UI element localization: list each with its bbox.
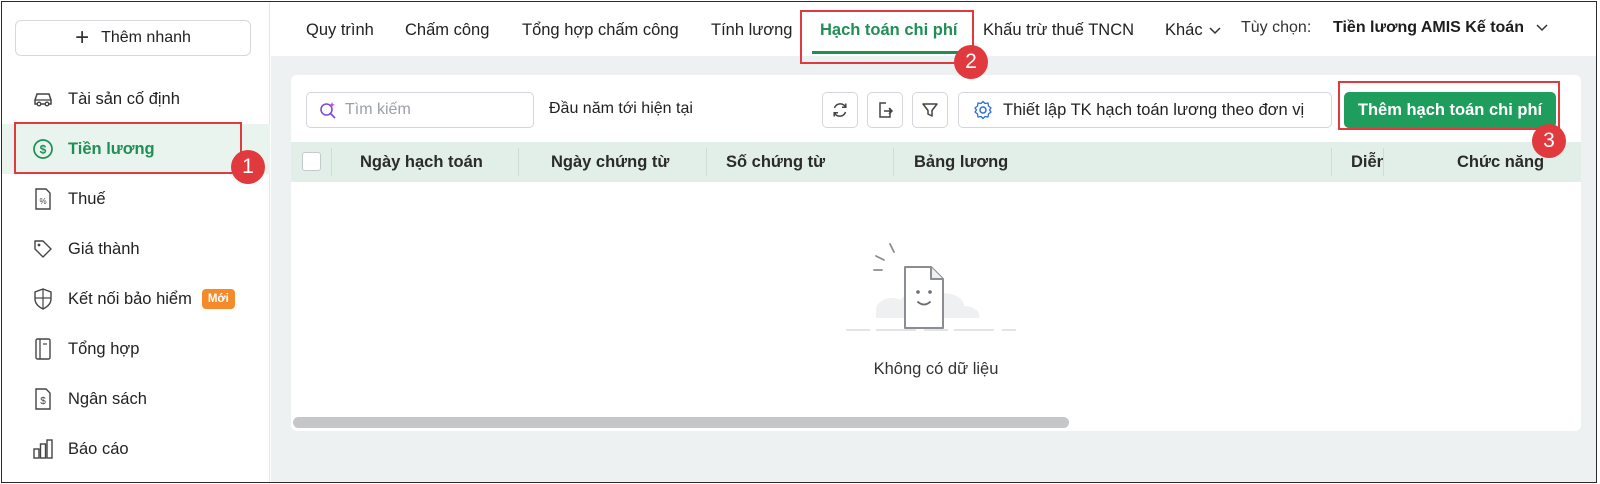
tab-payroll-calc[interactable]: Tính lương <box>711 21 793 40</box>
sidebar-item-label: Kết nối bảo hiểm <box>68 289 192 308</box>
budget-document-icon: $ <box>32 388 54 410</box>
top-tab-bar: Quy trình Chấm công Tổng hợp chấm công T… <box>271 2 1596 56</box>
add-cost-accounting-button[interactable]: Thêm hạch toán chi phí <box>1344 92 1556 128</box>
period-filter[interactable]: Đầu năm tới hiện tại <box>549 100 693 118</box>
shield-icon <box>32 288 54 310</box>
tab-more-label: Khác <box>1165 21 1203 39</box>
sidebar-item-fixed-assets[interactable]: Tài sản cố định <box>2 74 270 124</box>
ai-search-icon <box>320 102 336 119</box>
column-header-description[interactable]: Diễn <box>1351 142 1383 182</box>
sidebar-item-label: Ngân sách <box>68 389 147 408</box>
option-label: Tùy chọn: <box>1241 19 1312 36</box>
option-value: Tiền lương AMIS Kế toán <box>1333 19 1524 36</box>
tab-pit-deduction[interactable]: Khấu trừ thuế TNCN <box>983 21 1134 40</box>
column-header-payroll-sheet[interactable]: Bảng lương <box>914 142 1008 182</box>
sidebar-item-budget[interactable]: $ Ngân sách <box>2 374 270 424</box>
plus-icon: + <box>75 24 90 51</box>
sidebar-item-reports[interactable]: Báo cáo <box>2 424 270 474</box>
empty-state-text: Không có dữ liệu <box>291 360 1581 379</box>
tab-process[interactable]: Quy trình <box>306 21 374 40</box>
sidebar-item-cost[interactable]: Giá thành <box>2 224 270 274</box>
column-divider <box>331 148 332 176</box>
sidebar-nav: Tài sản cố định $ Tiền lương % Thuế Giá … <box>2 74 270 474</box>
quick-add-label: Thêm nhanh <box>101 29 191 46</box>
main-panel: Đầu năm tới hiện tại Thiết lập TK hạch t… <box>291 75 1581 431</box>
setup-account-button[interactable]: Thiết lập TK hạch toán lương theo đơn vị <box>958 92 1332 128</box>
svg-text:$: $ <box>40 396 46 407</box>
sidebar-item-label: Tài sản cố định <box>68 89 180 108</box>
column-divider <box>706 148 707 176</box>
sidebar: + Thêm nhanh Tài sản cố định $ Tiền lươn… <box>2 2 270 482</box>
column-header-posting-date[interactable]: Ngày hạch toán <box>360 142 483 182</box>
filter-icon <box>922 103 938 117</box>
chevron-down-icon <box>1536 24 1548 32</box>
column-header-voucher-number[interactable]: Số chứng từ <box>726 142 825 182</box>
refresh-icon <box>833 103 847 117</box>
car-icon <box>32 88 54 110</box>
new-badge: Mới <box>201 289 235 309</box>
dollar-circle-icon: $ <box>32 138 54 160</box>
sidebar-item-label: Tổng hợp <box>68 339 140 358</box>
callout-number-3: 3 <box>1532 124 1566 158</box>
sidebar-item-insurance[interactable]: Kết nối bảo hiểm Mới <box>2 274 270 324</box>
tab-timekeeping-summary[interactable]: Tổng hợp chấm công <box>522 21 679 40</box>
quick-add-button[interactable]: + Thêm nhanh <box>15 20 251 56</box>
sidebar-item-label: Báo cáo <box>68 439 129 458</box>
sidebar-item-summary[interactable]: Tổng hợp <box>2 324 270 374</box>
search-box[interactable] <box>306 92 534 128</box>
tab-timekeeping[interactable]: Chấm công <box>405 21 489 40</box>
sidebar-item-label: Thuế <box>68 189 106 208</box>
column-divider <box>893 148 894 176</box>
column-header-actions: Chức năng <box>1457 152 1545 171</box>
sidebar-item-tax[interactable]: % Thuế <box>2 174 270 224</box>
filter-button[interactable] <box>912 92 948 128</box>
export-icon <box>879 102 894 118</box>
callout-number-1: 1 <box>231 150 265 184</box>
column-header-voucher-date[interactable]: Ngày chứng từ <box>551 142 669 182</box>
tax-document-icon: % <box>32 188 54 210</box>
sidebar-item-payroll[interactable]: $ Tiền lương <box>2 124 270 174</box>
export-button[interactable] <box>867 92 903 128</box>
empty-state-label: Không có dữ liệu <box>873 360 999 378</box>
app-window: + Thêm nhanh Tài sản cố định $ Tiền lươn… <box>1 1 1597 483</box>
chevron-down-icon <box>1209 26 1221 34</box>
empty-document-illustration <box>846 243 1016 331</box>
column-divider <box>1331 148 1332 176</box>
refresh-button[interactable] <box>822 92 858 128</box>
tab-more[interactable]: Khác <box>1165 21 1221 40</box>
tag-icon <box>32 238 54 260</box>
column-divider <box>1383 148 1384 176</box>
select-all-checkbox[interactable] <box>302 152 321 171</box>
option-select[interactable]: Tiền lương AMIS Kế toán <box>1333 19 1548 37</box>
bar-chart-icon <box>32 438 54 460</box>
column-divider <box>518 148 519 176</box>
gear-icon <box>974 100 992 120</box>
table-header: Ngày hạch toán Ngày chứng từ Số chứng từ… <box>291 142 1581 182</box>
svg-text:%: % <box>39 197 46 206</box>
ledger-book-icon <box>32 338 54 360</box>
tab-cost-accounting[interactable]: Hạch toán chi phí <box>820 21 958 40</box>
sidebar-item-label: Tiền lương <box>68 139 155 158</box>
svg-text:$: $ <box>40 143 47 157</box>
sidebar-item-label: Giá thành <box>68 239 140 258</box>
horizontal-scrollbar[interactable] <box>293 417 1069 428</box>
active-tab-indicator <box>812 51 959 54</box>
callout-number-2: 2 <box>954 45 988 79</box>
setup-account-label: Thiết lập TK hạch toán lương theo đơn vị <box>1003 100 1305 119</box>
search-input[interactable] <box>345 101 515 119</box>
